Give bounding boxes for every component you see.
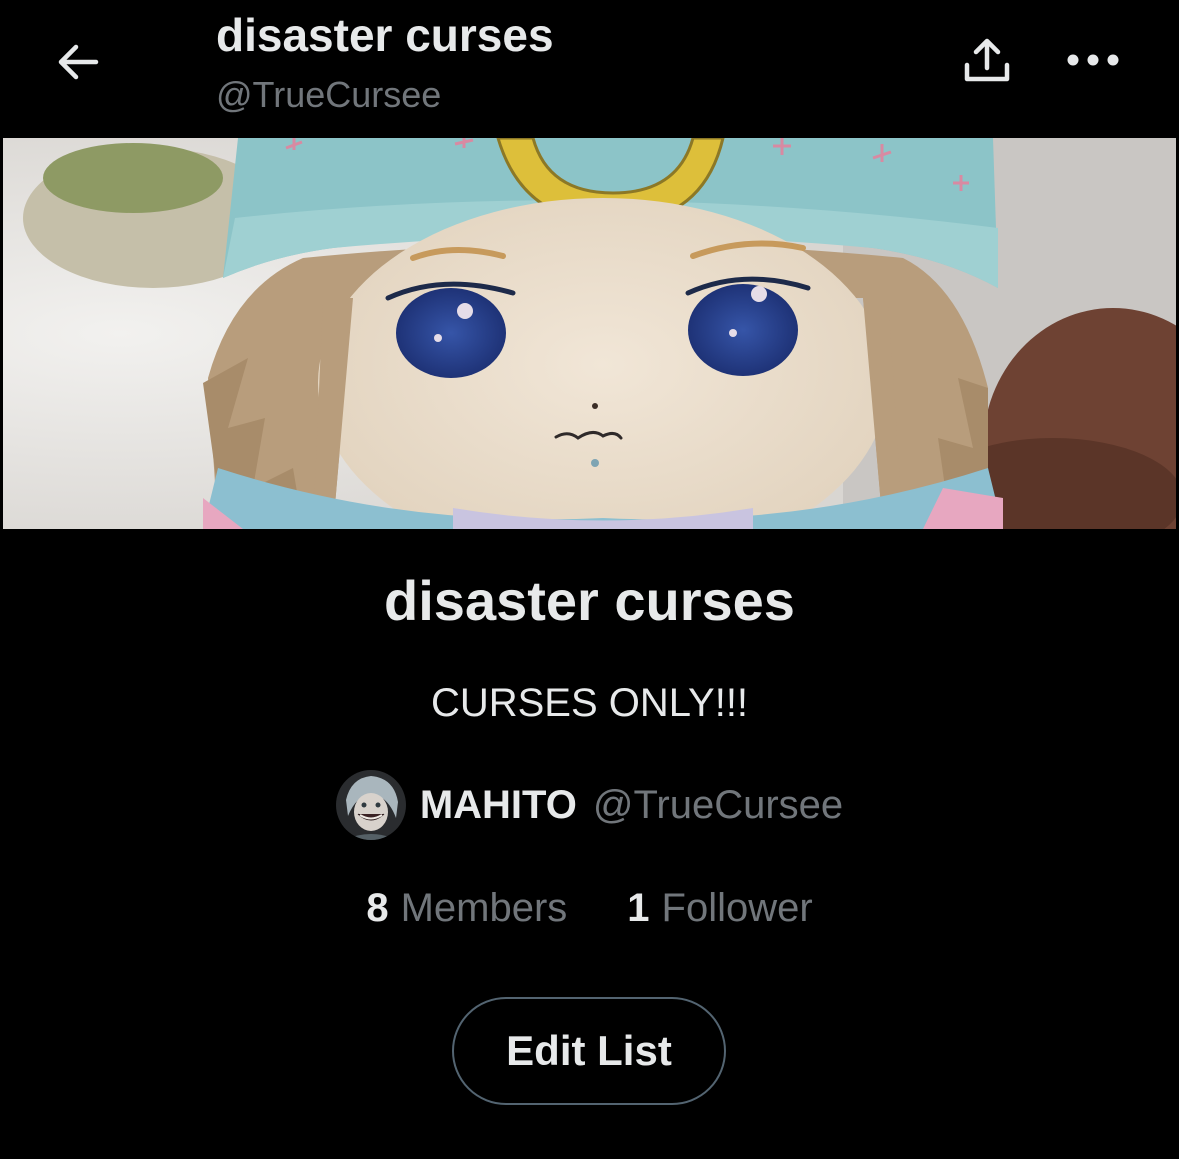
owner-handle: @TrueCursee xyxy=(592,782,844,827)
members-count: 8 xyxy=(366,885,389,930)
share-icon xyxy=(964,38,1010,82)
list-stats: 8 Members 1 Follower xyxy=(0,880,1179,936)
share-button[interactable] xyxy=(954,30,1020,92)
list-owner[interactable]: MAHITO @TrueCursee xyxy=(0,768,1179,842)
owner-name: MAHITO xyxy=(419,782,577,827)
more-options-button[interactable] xyxy=(1058,34,1128,86)
members-label: Members xyxy=(400,885,568,930)
list-banner xyxy=(3,138,1176,529)
followers-label: Follower xyxy=(661,885,813,930)
header-title: disaster curses xyxy=(216,9,554,61)
edit-list-button[interactable]: Edit List xyxy=(452,997,726,1105)
followers-count: 1 xyxy=(627,885,650,930)
list-name: disaster curses xyxy=(384,569,795,632)
header-handle: @TrueCursee xyxy=(216,74,442,115)
members-link[interactable]: 8 Members xyxy=(366,886,567,931)
avatar[interactable] xyxy=(335,770,406,840)
more-icon xyxy=(1067,54,1119,66)
owner-avatar-image xyxy=(335,770,406,840)
followers-link[interactable]: 1 Follower xyxy=(627,886,812,931)
list-description: CURSES ONLY!!! xyxy=(430,681,749,725)
back-arrow-icon xyxy=(58,44,99,80)
back-button[interactable] xyxy=(50,34,106,90)
banner-image xyxy=(3,138,1176,529)
top-bar: disaster curses @TrueCursee xyxy=(0,0,1179,136)
header-title-block: disaster curses @TrueCursee xyxy=(216,6,554,124)
